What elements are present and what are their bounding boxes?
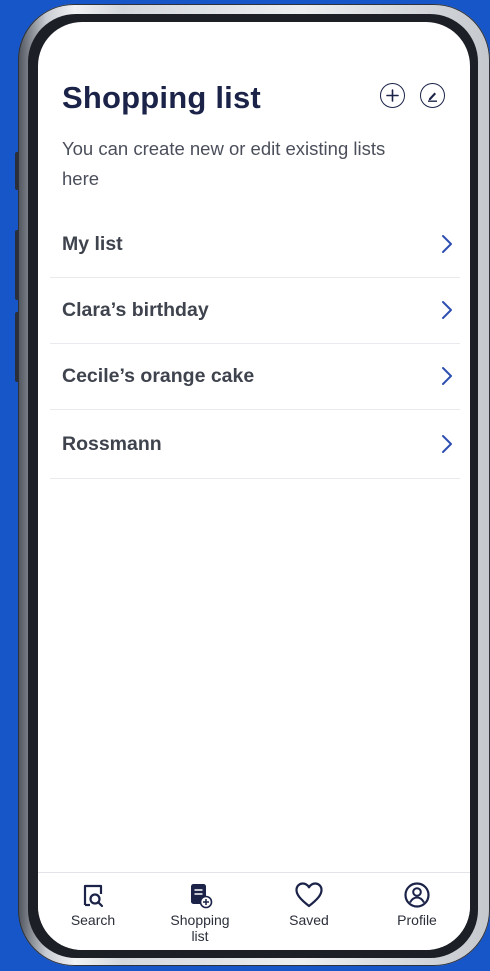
list-item[interactable]: My list: [50, 212, 460, 278]
profile-icon: [404, 882, 430, 908]
pencil-icon: [428, 92, 437, 102]
chevron-right-icon: [442, 435, 452, 453]
page-title: Shopping list: [62, 80, 261, 115]
list-item-label: My list: [62, 233, 123, 255]
list-item[interactable]: Clara’s birthday: [50, 278, 460, 344]
plus-icon: [386, 89, 399, 102]
tab-search[interactable]: Search: [45, 881, 141, 928]
list-item-label: Clara’s birthday: [62, 299, 209, 321]
chevron-right-icon: [442, 235, 452, 253]
shopping-lists: My list Clara’s birthday Cecile’s orange…: [50, 212, 460, 479]
shopping-list-icon: [191, 884, 213, 909]
list-item-label: Rossmann: [62, 433, 162, 455]
edit-lists-button[interactable]: [420, 83, 445, 108]
chevron-right-icon: [442, 367, 452, 385]
tab-saved-label: Saved: [289, 912, 329, 928]
heart-icon: [295, 882, 323, 908]
list-item[interactable]: Cecile’s orange cake: [50, 344, 460, 410]
tab-shopping-list-label: Shopping list: [170, 912, 230, 944]
tab-saved[interactable]: Saved: [261, 881, 357, 928]
chevron-right-icon: [442, 301, 452, 319]
page-subtitle: You can create new or edit existing list…: [62, 138, 386, 189]
tab-shopping-list[interactable]: Shopping list: [152, 881, 248, 944]
list-item-label: Cecile’s orange cake: [62, 365, 255, 387]
tab-search-label: Search: [70, 912, 116, 928]
tab-profile-label: Profile: [397, 912, 437, 928]
app-screen: Shopping list You can create new or edit…: [38, 22, 470, 950]
bottom-tab-bar: Search Shopping list Saved Profile: [38, 872, 470, 950]
tab-profile[interactable]: Profile: [369, 881, 465, 928]
list-item[interactable]: Rossmann: [50, 410, 460, 479]
add-list-button[interactable]: [380, 83, 405, 108]
search-doc-icon: [83, 884, 104, 908]
